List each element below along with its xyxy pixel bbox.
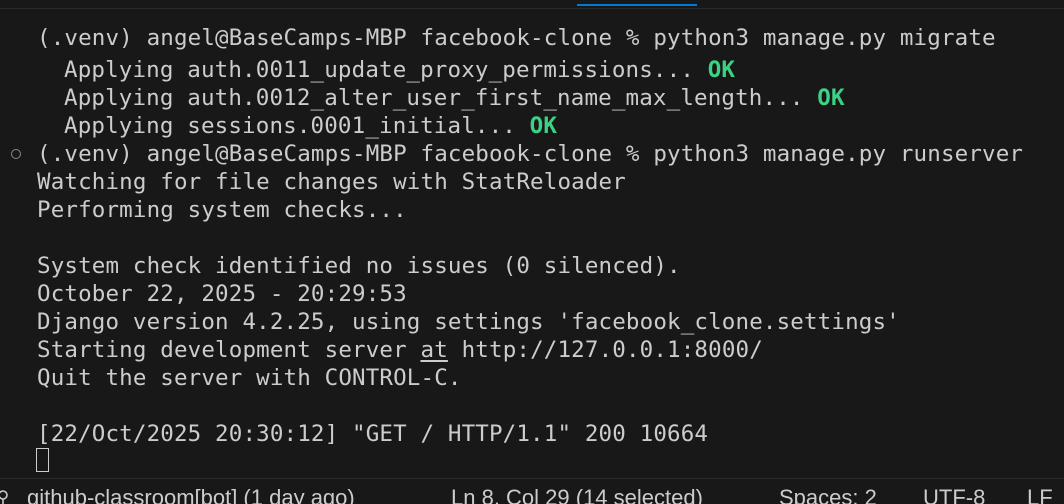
output-line: Performing system checks... (37, 197, 407, 223)
ok-status: OK (707, 57, 736, 83)
cursor-position-status[interactable]: Ln 8, Col 29 (14 selected) (451, 485, 703, 504)
active-panel-tab-indicator (577, 4, 697, 6)
migration-line: Applying auth.0012_alter_user_first_name… (64, 84, 845, 112)
command-running-circle-icon[interactable] (11, 149, 21, 159)
terminal-prompt-line: (.venv) angel@BaseCamps-MBP facebook-clo… (37, 24, 996, 52)
output-text: Starting development server (37, 337, 421, 363)
prompt-prefix: (.venv) angel@BaseCamps-MBP facebook-clo… (37, 25, 654, 51)
status-bar: github-classroom[bot] (1 day ago) Ln 8, … (0, 478, 1064, 504)
end-of-line-status[interactable]: LF (1027, 485, 1053, 504)
prompt-command: python3 manage.py migrate (653, 25, 996, 51)
migration-line: Applying sessions.0001_initial... OK (64, 112, 557, 140)
prompt-prefix: (.venv) angel@BaseCamps-MBP facebook-clo… (37, 141, 654, 167)
git-commit-icon (0, 490, 8, 504)
migration-text: Applying sessions.0001_initial... (64, 113, 530, 139)
git-blame-status[interactable]: github-classroom[bot] (1 day ago) (27, 485, 355, 504)
server-url-link[interactable]: http://127.0.0.1:8000/ (448, 337, 763, 363)
prompt-command: python3 manage.py runserver (653, 141, 1024, 167)
output-line: Django version 4.2.25, using settings 'f… (37, 309, 900, 335)
request-log-line: [22/Oct/2025 20:30:12] "GET / HTTP/1.1" … (37, 421, 709, 447)
migration-line: Applying auth.0011_update_proxy_permissi… (64, 56, 735, 84)
output-line: Starting development server at http://12… (37, 336, 763, 364)
output-line: Watching for file changes with StatReloa… (37, 169, 626, 195)
output-line: System check identified no issues (0 sil… (37, 253, 681, 279)
terminal-cursor (36, 448, 49, 472)
indentation-status[interactable]: Spaces: 2 (779, 485, 877, 504)
terminal-output[interactable]: (.venv) angel@BaseCamps-MBP facebook-clo… (0, 22, 1064, 476)
migration-text: Applying auth.0011_update_proxy_permissi… (64, 57, 708, 83)
panel-top-divider (0, 8, 1064, 9)
migration-text: Applying auth.0012_alter_user_first_name… (64, 85, 818, 111)
terminal-prompt-line: (.venv) angel@BaseCamps-MBP facebook-clo… (37, 140, 1023, 168)
output-line: October 22, 2025 - 20:29:53 (37, 281, 407, 307)
output-line: Quit the server with CONTROL-C. (37, 365, 462, 391)
ok-status: OK (817, 85, 845, 111)
hover-link-word[interactable]: at (421, 337, 448, 363)
encoding-status[interactable]: UTF-8 (923, 485, 985, 504)
ok-status: OK (529, 113, 558, 139)
